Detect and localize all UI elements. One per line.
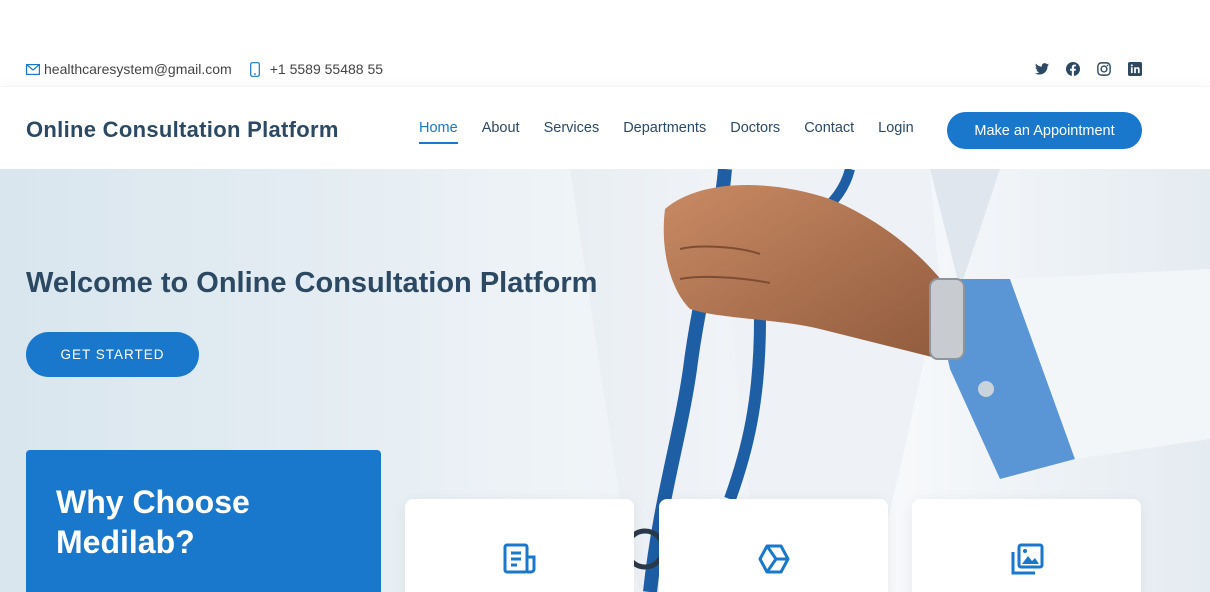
get-started-button[interactable]: GET STARTED: [26, 332, 199, 377]
phone-text: +1 5589 55488 55: [269, 61, 384, 77]
phone-contact[interactable]: +1 5589 55488 55: [249, 61, 384, 77]
nav-about[interactable]: About: [482, 120, 520, 142]
instagram-icon[interactable]: [1097, 62, 1111, 76]
site-header: Online Consultation Platform Home About …: [0, 86, 1210, 169]
feature-card-2[interactable]: [659, 499, 888, 592]
email-contact[interactable]: healthcaresystem@gmail.com: [26, 61, 232, 77]
topbar: healthcaresystem@gmail.com +1 5589 55488…: [0, 52, 1210, 86]
nav-doctors[interactable]: Doctors: [730, 120, 780, 142]
nav-login[interactable]: Login: [878, 120, 913, 142]
nav-home[interactable]: Home: [419, 120, 458, 144]
main-nav: Home About Services Departments Doctors …: [419, 120, 938, 144]
facebook-icon[interactable]: [1066, 62, 1080, 76]
cube-icon: [756, 541, 792, 577]
linkedin-icon[interactable]: [1128, 62, 1142, 76]
why-choose-title: Why Choose Medilab?: [56, 484, 250, 560]
feature-card-1[interactable]: [405, 499, 634, 592]
make-appointment-button[interactable]: Make an Appointment: [947, 112, 1142, 149]
site-logo[interactable]: Online Consultation Platform: [26, 117, 339, 143]
images-icon: [1009, 541, 1045, 577]
twitter-icon[interactable]: [1035, 62, 1049, 76]
hero-section: Welcome to Online Consultation Platform …: [0, 169, 1210, 592]
nav-services[interactable]: Services: [544, 120, 600, 142]
nav-departments[interactable]: Departments: [623, 120, 706, 142]
social-links: [1035, 62, 1142, 76]
envelope-icon: [26, 63, 40, 75]
email-text: healthcaresystem@gmail.com: [44, 61, 232, 77]
document-icon: [502, 541, 538, 577]
nav-contact[interactable]: Contact: [804, 120, 854, 142]
hero-title: Welcome to Online Consultation Platform: [26, 267, 598, 299]
contact-info: healthcaresystem@gmail.com +1 5589 55488…: [26, 61, 401, 77]
feature-card-3[interactable]: [912, 499, 1141, 592]
why-choose-box: Why Choose Medilab?: [26, 450, 381, 592]
phone-icon: [249, 61, 260, 77]
